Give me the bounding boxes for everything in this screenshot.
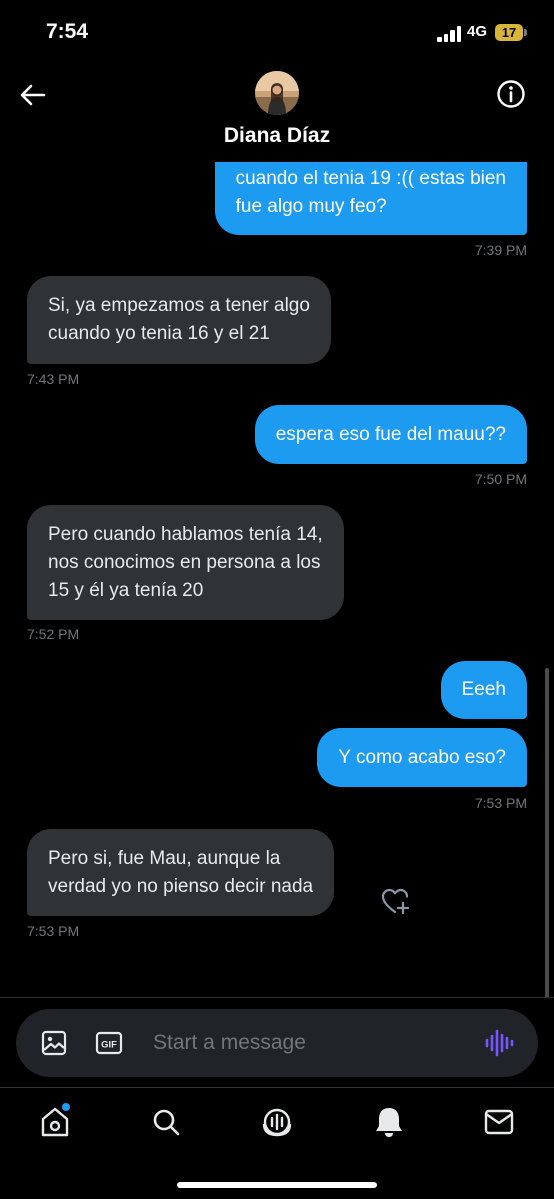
conversation-header: Diana Díaz bbox=[0, 66, 554, 162]
message-line: Y como acabo eso? bbox=[338, 747, 506, 768]
image-icon[interactable] bbox=[40, 1029, 68, 1057]
message-bubble-sent[interactable]: Eeeh bbox=[440, 661, 527, 719]
scrollbar[interactable] bbox=[545, 668, 549, 998]
info-circle-icon[interactable] bbox=[494, 77, 528, 111]
message-line: Pero si, fue Mau, aunque la bbox=[48, 848, 281, 869]
message-timestamp: 7:50 PM bbox=[474, 471, 527, 487]
message-bubble-sent[interactable]: Y como acabo eso? bbox=[317, 728, 527, 787]
notifications-icon[interactable] bbox=[369, 1102, 409, 1142]
message-input[interactable] bbox=[153, 1023, 463, 1063]
contact-name[interactable]: Diana Díaz bbox=[0, 124, 554, 148]
message-timestamp: 7:52 PM bbox=[27, 626, 80, 642]
composer-divider bbox=[0, 997, 554, 998]
gif-icon[interactable]: GIF bbox=[95, 1029, 123, 1057]
message-line: cuando yo tenia 16 y el 21 bbox=[48, 323, 270, 344]
message-line: cuando el tenia 19 :(( estas bien bbox=[235, 168, 506, 189]
message-line: nos conocimos en persona a los bbox=[48, 552, 321, 573]
spaces-icon[interactable] bbox=[257, 1102, 297, 1142]
message-timestamp: 7:39 PM bbox=[474, 242, 527, 258]
message-bubble-received[interactable]: Pero cuando hablamos tenía 14, nos conoc… bbox=[27, 505, 344, 620]
home-icon[interactable] bbox=[35, 1102, 75, 1142]
search-icon[interactable] bbox=[146, 1102, 186, 1142]
message-line: Si, ya empezamos a tener algo bbox=[48, 295, 310, 316]
heart-plus-icon[interactable] bbox=[381, 887, 411, 915]
message-bubble-sent[interactable]: espera eso fue del mauu?? bbox=[254, 405, 527, 464]
voice-waveform-icon[interactable] bbox=[483, 1027, 515, 1059]
message-bubble-received[interactable]: Pero si, fue Mau, aunque la verdad yo no… bbox=[27, 829, 335, 916]
message-line: espera eso fue del mauu?? bbox=[275, 424, 506, 445]
messages-icon[interactable] bbox=[479, 1102, 519, 1142]
avatar[interactable] bbox=[255, 71, 299, 115]
message-line: fue algo muy feo? bbox=[235, 196, 387, 217]
message-bubble-received[interactable]: Si, ya empezamos a tener algo cuando yo … bbox=[27, 276, 331, 364]
message-timestamp: 7:53 PM bbox=[474, 795, 527, 811]
message-timestamp: 7:53 PM bbox=[27, 923, 80, 939]
home-indicator[interactable] bbox=[177, 1182, 377, 1188]
svg-text:GIF: GIF bbox=[101, 1040, 117, 1051]
arrow-left-icon[interactable] bbox=[16, 78, 50, 112]
message-line: Pero cuando hablamos tenía 14, bbox=[48, 524, 323, 545]
message-line: verdad yo no pienso decir nada bbox=[48, 876, 314, 897]
message-composer: GIF bbox=[16, 1009, 538, 1077]
message-line: 15 y él ya tenía 20 bbox=[48, 580, 204, 601]
message-line: Eeeh bbox=[461, 679, 506, 700]
message-timestamp: 7:43 PM bbox=[27, 371, 80, 387]
